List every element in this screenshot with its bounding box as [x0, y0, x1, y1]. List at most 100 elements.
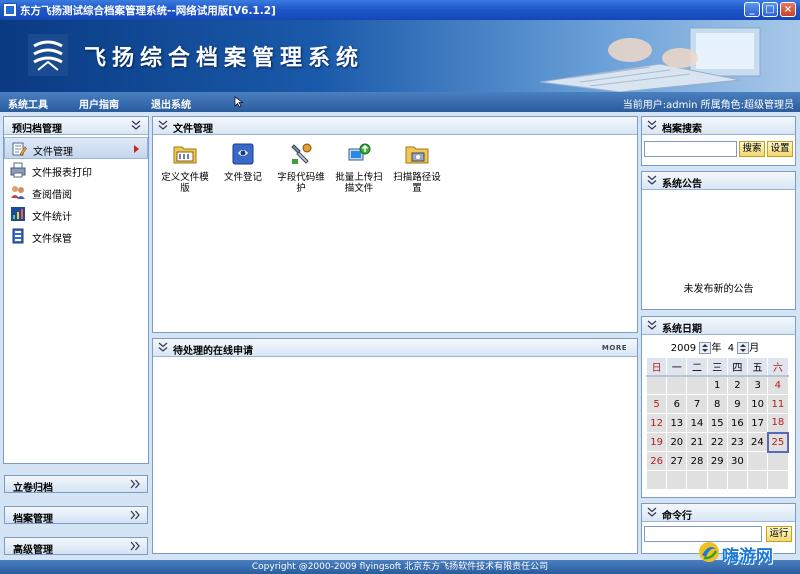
calendar-day[interactable]: 16 [726, 413, 749, 433]
close-button[interactable]: × [780, 2, 796, 17]
section-label: 立卷归档 [13, 483, 53, 494]
calendar-day[interactable]: 1 [706, 375, 728, 395]
weekday-header: 三 [706, 357, 728, 377]
nav-item-statistics[interactable]: 文件统计 [4, 203, 148, 225]
year-value[interactable]: 2009 [671, 343, 696, 354]
calendar-day[interactable]: 20 [666, 432, 688, 452]
section-archive-filing[interactable]: 立卷归档 [4, 475, 148, 494]
nav-item-borrow[interactable]: 查阅借阅 [4, 181, 148, 203]
register-icon [232, 143, 254, 165]
calendar-day[interactable]: 28 [686, 451, 708, 471]
month-value[interactable]: 4 [728, 343, 734, 354]
borrow-people-icon [11, 186, 25, 199]
section-archive-management[interactable]: 档案管理 [4, 506, 148, 525]
current-user-info: 当前用户:admin 所属角色:超级管理员 [622, 100, 794, 111]
year-spinner[interactable] [699, 342, 712, 354]
nav-item-label: 文件管理 [33, 147, 73, 158]
expand-chevron-icon [130, 510, 140, 520]
search-button[interactable]: 搜索 [739, 141, 765, 157]
calendar-empty-cell [767, 451, 789, 471]
tool-batch-upload[interactable]: 批量上传扫描文件 [331, 141, 387, 194]
collapse-chevron-icon[interactable] [646, 174, 658, 186]
calendar-day[interactable]: 18 [767, 413, 789, 433]
calendar-empty-cell [706, 470, 728, 490]
maximize-button[interactable]: □ [762, 2, 778, 17]
collapse-chevron-icon[interactable] [157, 341, 169, 353]
weekday-header: 一 [666, 357, 688, 377]
calendar-day[interactable]: 9 [726, 394, 749, 414]
nav-item-print-report[interactable]: 文件报表打印 [4, 159, 148, 181]
menu-user-guide[interactable]: 用户指南 [79, 96, 119, 111]
left-panel-header[interactable]: 预归档管理 [4, 117, 148, 135]
weekday-header: 四 [726, 357, 749, 377]
keyboard-hands-image [539, 27, 761, 92]
minimize-button[interactable]: _ [744, 2, 760, 17]
calendar-day[interactable]: 23 [726, 432, 749, 452]
archive-search-input[interactable] [644, 141, 737, 157]
settings-button[interactable]: 设置 [767, 141, 793, 157]
calendar-day[interactable]: 5 [645, 394, 668, 414]
calendar-grid: 日一二三四五六 1 2 3 4 5 6 7 8 9 10 11 12 13 14 15 16 17 18 19 20 21… [645, 357, 790, 490]
search-panel-header[interactable]: 档案搜索 [642, 117, 795, 135]
collapse-chevron-icon[interactable] [130, 119, 142, 131]
collapse-chevron-icon[interactable] [157, 119, 169, 131]
calendar-day[interactable]: 13 [666, 413, 688, 433]
nav-item-storage[interactable]: 文件保管 [4, 225, 148, 247]
command-panel-title: 命令行 [662, 511, 692, 522]
tool-scan-path[interactable]: 扫描路径设置 [389, 141, 445, 194]
calendar-day[interactable]: 7 [686, 394, 708, 414]
month-spinner[interactable] [737, 342, 750, 354]
calendar-day[interactable]: 6 [666, 394, 688, 414]
notice-panel-header[interactable]: 系统公告 [642, 172, 795, 190]
calendar-day[interactable]: 8 [706, 394, 728, 414]
more-link[interactable]: MORE [602, 344, 627, 352]
calendar-day[interactable]: 17 [747, 413, 769, 433]
menu-system-tools[interactable]: 系统工具 [8, 96, 48, 111]
archive-search-panel: 档案搜索 搜索 设置 [641, 116, 796, 166]
calendar-day[interactable]: 29 [706, 451, 728, 471]
tool-file-register[interactable]: 文件登记 [215, 141, 271, 183]
calendar-day[interactable]: 15 [706, 413, 728, 433]
window-title: 东方飞扬测试综合档案管理系统--网络试用版[V6.1.2] [20, 5, 276, 17]
site-watermark: 嗨游网 [696, 538, 800, 567]
menu-exit-system[interactable]: 退出系统 [151, 96, 191, 111]
expand-chevron-icon [130, 541, 140, 551]
calendar-day[interactable]: 12 [645, 413, 668, 433]
calendar-day[interactable]: 26 [645, 451, 668, 471]
section-advanced-management[interactable]: 高级管理 [4, 537, 148, 556]
calendar-panel-header[interactable]: 系统日期 [642, 317, 795, 335]
notice-panel-title: 系统公告 [662, 179, 702, 190]
calendar-day[interactable]: 24 [747, 432, 769, 452]
calendar-empty-cell [645, 470, 668, 490]
calendar-day[interactable]: 14 [686, 413, 708, 433]
window-titlebar: 东方飞扬测试综合档案管理系统--网络试用版[V6.1.2] _ □ × [0, 0, 800, 20]
calendar-day[interactable]: 11 [767, 394, 789, 414]
collapse-chevron-icon[interactable] [646, 319, 658, 331]
calendar-day[interactable]: 10 [747, 394, 769, 414]
collapse-chevron-icon[interactable] [646, 506, 658, 518]
calendar-day[interactable]: 30 [726, 451, 749, 471]
statistics-icon [11, 207, 25, 221]
calendar-day[interactable]: 19 [645, 432, 668, 452]
calendar-day[interactable]: 2 [726, 375, 749, 395]
tool-define-template[interactable]: 定义文件模版 [157, 141, 213, 194]
weekday-header: 二 [686, 357, 708, 377]
tool-label: 定义文件模版 [161, 172, 209, 194]
calendar-day[interactable]: 27 [666, 451, 688, 471]
command-panel-header[interactable]: 命令行 [642, 504, 795, 522]
pending-panel-header[interactable]: 待处理的在线申请 MORE [153, 339, 637, 357]
calendar-day[interactable]: 22 [706, 432, 728, 452]
nav-item-file-management[interactable]: 文件管理 [4, 137, 148, 159]
tool-field-code[interactable]: 字段代码维护 [273, 141, 329, 194]
weekday-header: 六 [767, 357, 789, 377]
file-panel-header[interactable]: 文件管理 [153, 117, 637, 135]
collapse-chevron-icon[interactable] [646, 119, 658, 131]
calendar-day[interactable]: 21 [686, 432, 708, 452]
calendar-day[interactable]: 3 [747, 375, 769, 395]
storage-icon [12, 228, 24, 244]
calendar-day[interactable]: 4 [767, 375, 789, 395]
watermark-logo-icon [699, 542, 719, 562]
year-suffix: 年 [711, 343, 722, 354]
tool-label: 字段代码维护 [277, 172, 325, 194]
calendar-day[interactable]: 25 [766, 431, 790, 453]
